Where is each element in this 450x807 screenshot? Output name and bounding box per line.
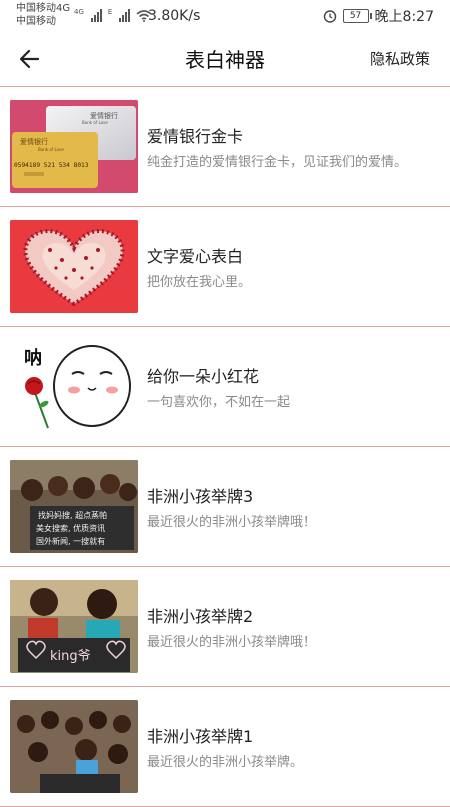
sign-line-1: 找妈妈搜, 超点蒸帕 (38, 510, 107, 520)
item-desc: 一句喜欢你，不如在一起 (147, 395, 291, 410)
list-item-text-heart[interactable]: 文字爱心表白 把你放在我心里。 (0, 207, 450, 327)
gold-card-number: 0594189 521 534 8013 (14, 162, 89, 169)
status-right: 57 晚上8:27 (323, 6, 434, 26)
item-desc: 最近很火的非洲小孩举牌哦！ (147, 635, 317, 650)
item-title: 非洲小孩举牌3 (147, 487, 254, 506)
clock: 晚上8:27 (374, 9, 434, 25)
list-item-red-flower[interactable]: 呐 给你一朵小红花 一句喜欢你，不如在一起 (0, 327, 450, 447)
status-bar: 中国移动4G 中国移动 4G E 3.80K/s 57 晚上8:27 (0, 0, 450, 32)
item-desc: 最近很火的非洲小孩举牌哦！ (147, 515, 317, 530)
privacy-policy-link[interactable]: 隐私政策 (370, 48, 430, 69)
item-title: 给你一朵小红花 (147, 367, 260, 386)
red-flower-thumbnail: 呐 (10, 340, 138, 433)
text-heart-thumbnail (10, 220, 138, 313)
item-title: 非洲小孩举牌1 (147, 727, 254, 746)
sign-line-2: 美女搜索, 优质资讯 (36, 523, 105, 533)
carrier-1: 中国移动4G (16, 3, 71, 14)
item-title: 非洲小孩举牌2 (147, 607, 254, 626)
signal-2-icon (119, 8, 131, 22)
love-bank-card-thumbnail: 爱情银行 Bank of Love 爱情银行 Bank of Love 0594… (10, 100, 138, 193)
kids-sign-3-thumbnail: 找妈妈搜, 超点蒸帕 美女搜索, 优质资讯 国外新闻, 一搜就有 (10, 460, 138, 553)
item-title: 文字爱心表白 (147, 247, 244, 266)
battery-level: 57 (349, 11, 362, 21)
signal-1-icon (90, 8, 102, 22)
item-desc: 最近很火的非洲小孩举牌。 (147, 755, 304, 770)
kids-sign-1-thumbnail (10, 700, 138, 793)
item-desc: 纯金打造的爱情银行金卡，见证我们的爱情。 (147, 155, 408, 170)
silver-card-subbrand: Bank of Love (82, 120, 108, 125)
carrier-2: 中国移动 (16, 16, 56, 27)
alarm-icon (323, 10, 336, 23)
list-item-african-kids-sign-2[interactable]: king爷 非洲小孩举牌2 最近很火的非洲小孩举牌哦！ (0, 567, 450, 687)
carrier-info: 中国移动4G 中国移动 (16, 2, 70, 28)
list-item-african-kids-sign-3[interactable]: 找妈妈搜, 超点蒸帕 美女搜索, 优质资讯 国外新闻, 一搜就有 非洲小孩举牌3… (0, 447, 450, 567)
net-type-2: E (107, 8, 113, 16)
sign-line-3: 国外新闻, 一搜就有 (36, 536, 105, 546)
signal-indicators: 4G E (74, 8, 152, 22)
speech-text: 呐 (24, 347, 42, 369)
sign-text: king爷 (50, 649, 91, 664)
list-item-love-bank-card[interactable]: 爱情银行 Bank of Love 爱情银行 Bank of Love 0594… (0, 87, 450, 207)
kids-sign-2-thumbnail: king爷 (10, 580, 138, 673)
battery-icon: 57 (342, 9, 372, 23)
list-item-african-kids-sign-1[interactable]: 非洲小孩举牌1 最近很火的非洲小孩举牌。 (0, 687, 450, 807)
net-type-1: 4G (74, 8, 84, 16)
item-title: 爱情银行金卡 (147, 127, 244, 146)
silver-card-brand: 爱情银行 (90, 111, 118, 120)
gold-card-subbrand: Bank of Love (38, 147, 64, 152)
card-list: 爱情银行 Bank of Love 爱情银行 Bank of Love 0594… (0, 87, 450, 807)
app-header: 表白神器 隐私政策 (0, 32, 450, 87)
net-speed: 3.80K/s (148, 8, 201, 24)
gold-card-brand: 爱情银行 (20, 137, 48, 146)
item-desc: 把你放在我心里。 (147, 275, 252, 290)
